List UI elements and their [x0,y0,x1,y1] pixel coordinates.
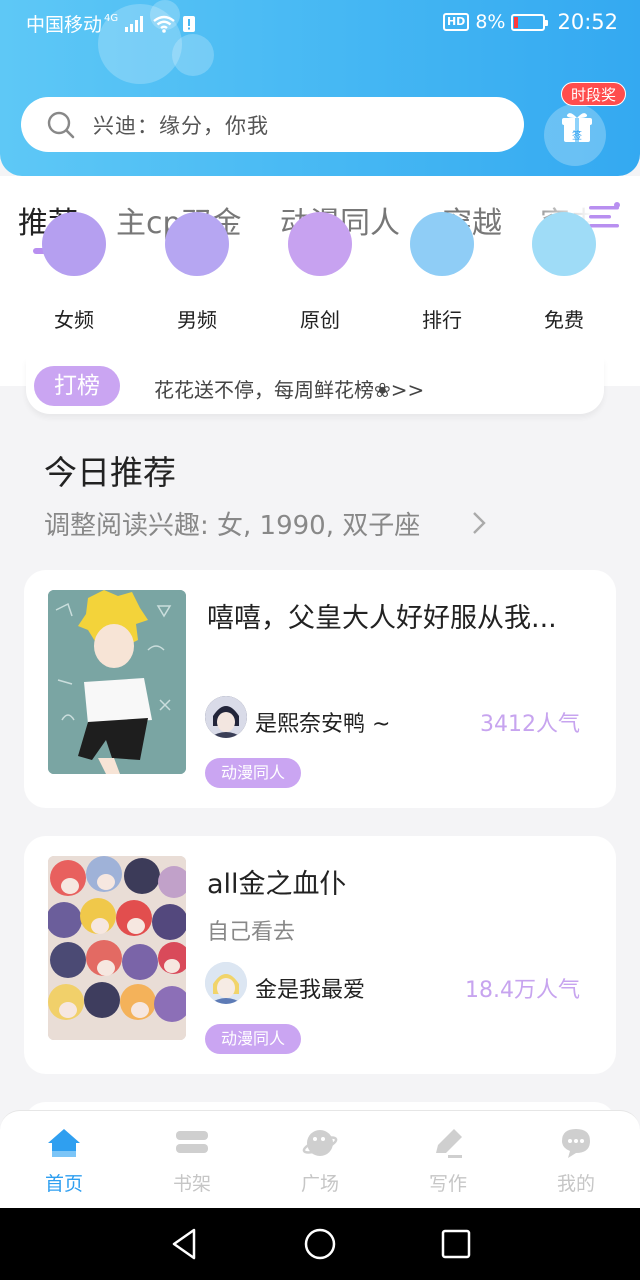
sign-label: 签 [572,129,582,142]
battery-icon [511,13,549,31]
sim-alert-icon [183,15,196,32]
author-name: 金是我最爱 [255,978,366,1003]
system-navigation-bar [0,1208,640,1280]
banner-text: 花花送不停，每周鲜花榜❀>> [154,378,425,402]
nav-home[interactable]: 首页 [0,1111,128,1209]
shortcut-label: 排行 [422,308,462,332]
planet-icon [302,1130,338,1156]
chat-bubble-icon [562,1129,590,1158]
shortcut-female[interactable]: 女频 [24,212,124,360]
ranking-icon [410,212,474,276]
battery-percent: 8% [475,11,506,33]
nav-label: 我的 [556,1173,595,1195]
recent-apps-icon[interactable] [438,1226,474,1262]
author-avatar [205,962,247,1004]
genre-tag[interactable]: 动漫同人 [205,758,302,788]
original-icon [288,212,352,276]
genre-tag[interactable]: 动漫同人 [205,1024,302,1054]
book-card[interactable]: 嘻嘻，父皇大人好好服从我... 是熙奈安鸭 ~ 3412人气 动漫同人 [24,570,616,808]
male-channel-icon [165,212,229,276]
nav-profile[interactable]: 我的 [512,1111,640,1209]
network-type: 4G [104,13,119,24]
author-avatar [205,696,247,738]
hd-badge: HD [442,13,470,31]
female-channel-icon [42,212,106,276]
book-title: all金之血仆 [207,869,347,900]
search-bar[interactable]: 兴迪：缘分，你我 [21,97,524,152]
free-icon [532,212,596,276]
chevron-right-icon[interactable] [470,509,488,537]
bookshelf-icon [176,1131,208,1153]
book-card[interactable]: all金之血仆 自己看去 金是我最爱 18.4万人气 动漫同人 [24,836,616,1074]
reading-interest-link[interactable]: 调整阅读兴趣: 女, 1990, 双子座 [44,505,420,542]
popularity-count: 3412人气 [480,712,580,737]
nav-write[interactable]: 写作 [384,1111,512,1209]
gift-box-icon[interactable]: 签 [560,110,594,144]
shortcut-label: 女频 [54,308,94,332]
app-header: 中国移动 4G HD 8% 20:52 兴迪：缘分，你我 签 时段奖 [0,0,640,176]
home-icon [48,1129,80,1157]
search-placeholder: 兴迪：缘分，你我 [93,113,269,138]
nav-label: 书架 [172,1173,211,1195]
shortcut-label: 免费 [544,308,584,332]
author-name: 是熙奈安鸭 ~ [255,712,391,737]
clock: 20:52 [557,10,618,34]
back-icon[interactable] [166,1226,202,1262]
ranking-badge: 打榜 [34,366,120,406]
shortcut-label: 男频 [177,308,217,332]
book-description: 自己看去 [207,920,296,945]
shortcut-label: 原创 [300,308,340,332]
nav-label: 写作 [428,1173,467,1195]
shortcut-ranking[interactable]: 排行 [392,212,492,360]
popularity-count: 18.4万人气 [465,978,580,1003]
status-bar: 中国移动 4G HD 8% 20:52 [0,0,640,44]
book-cover [48,590,186,774]
signal-icon [125,15,144,32]
shortcut-free[interactable]: 免费 [514,212,614,360]
book-cover [48,856,186,1040]
wifi-icon [153,15,175,33]
nav-label: 广场 [300,1173,339,1195]
shortcut-original[interactable]: 原创 [270,212,370,360]
nav-bookshelf[interactable]: 书架 [128,1111,256,1209]
bottom-navigation: 首页 书架 广场 写作 我的 [0,1110,640,1208]
shortcut-male[interactable]: 男频 [147,212,247,360]
search-icon [47,111,75,138]
book-title: 嘻嘻，父皇大人好好服从我... [207,603,557,634]
home-circle-icon[interactable] [302,1226,338,1262]
section-title: 今日推荐 [44,453,176,492]
flower-ranking-banner[interactable]: 打榜 花花送不停，每周鲜花榜❀>> [26,358,604,414]
nav-label: 首页 [44,1173,83,1195]
book-cover-illustration [48,590,186,774]
book-cover-illustration [48,856,186,1040]
nav-plaza[interactable]: 广场 [256,1111,384,1209]
pen-icon [436,1129,462,1158]
time-reward-badge[interactable]: 时段奖 [561,82,627,106]
carrier-name: 中国移动 [26,14,103,36]
